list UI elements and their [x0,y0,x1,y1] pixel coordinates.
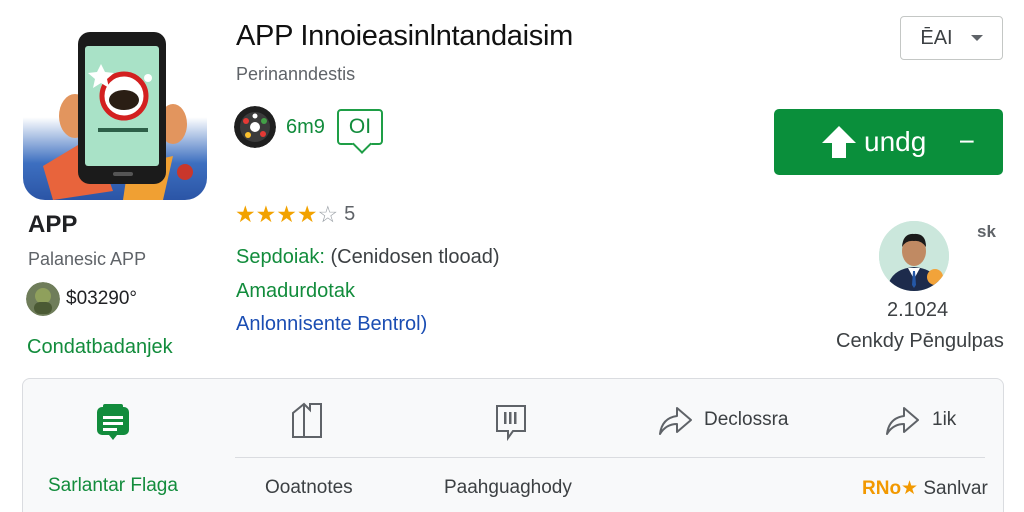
share-icon[interactable] [657,403,693,442]
star-icon: ★ [235,201,256,227]
author-avatar[interactable] [879,221,949,291]
save-prefix: RNo★ [862,478,919,499]
forward-icon[interactable] [884,403,920,442]
developer-row[interactable]: $03290° [26,282,137,316]
rating-value: 5 [344,203,356,225]
star-icon: ★ [276,201,297,227]
upload-arrow-icon [822,126,856,158]
star-rating: ★ ★ ★ ★ ☆ 5 [235,203,355,226]
developer-avatar [26,282,60,316]
wishlist-icon[interactable] [95,403,131,446]
author-name: Cenkdy Pēngulpas [836,330,1004,352]
star-icon: ★ [255,201,277,227]
detail-value: (Cenidosen tlooad) [324,246,500,268]
close-icon[interactable]: sk [977,222,996,242]
chevron-down-icon [970,35,983,41]
install-dropdown[interactable]: − [959,126,975,158]
page-title: APP Innoieasinlntandaisim [236,20,573,52]
badge-text: 6m9 [286,115,325,138]
app-price: $03290° [66,288,137,309]
save-label: Sanlvar [918,478,988,499]
detail-line-1: Sepdoiak: (Cenidosen tlooad) [236,246,500,269]
star-icon: ★ [296,201,318,227]
install-button[interactable]: undg − [774,109,1003,175]
badge-row: 6m9 OI [234,106,384,148]
page-icon[interactable] [494,403,528,446]
app-icon [23,16,207,200]
notes-label[interactable]: Ooatnotes [265,477,353,499]
forward-label[interactable]: 1ik [932,409,956,431]
author-year: 2.1024 [887,299,949,321]
developer-link[interactable]: Condatbadanjek [27,336,173,359]
panel-divider [235,457,985,458]
language-select[interactable]: ĒAI [900,16,1003,60]
detail-label: Sepdoiak: [236,246,325,268]
detail-line-3[interactable]: Anlonnisente Bentrol) [236,313,427,336]
install-label: undg [864,126,927,157]
app-category: Palanesic APP [28,249,147,269]
phone-app-icon [43,32,193,200]
badge-box: OI [336,109,384,145]
bookmark-icon[interactable] [290,401,324,444]
app-short-name: APP [28,211,78,238]
share-label[interactable]: Declossra [704,409,788,431]
page-subtitle: Perinanndestis [236,64,356,84]
badge-icon [234,106,276,148]
detail-line-2[interactable]: Amadurdotak [236,280,355,303]
save-action[interactable]: RNo★ Sanlvar [862,477,988,500]
star-icon: ☆ [317,201,339,227]
wishlist-label[interactable]: Sarlantar Flaga [48,475,178,497]
language-select-label: ĒAI [920,26,953,49]
page-label[interactable]: Paahguaghody [444,477,572,499]
